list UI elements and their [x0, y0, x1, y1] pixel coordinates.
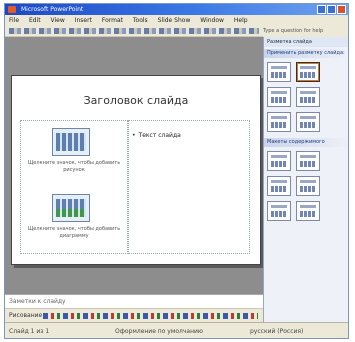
section-apply-layout: Применить разметку слайда:: [264, 49, 348, 58]
task-pane: Разметка слайда Применить разметку слайд…: [263, 37, 348, 322]
layout-title-bar: [300, 116, 316, 119]
content-title-bar: [271, 205, 287, 208]
status-slide-info: Слайд 1 из 1: [9, 328, 50, 335]
drawing-toolbar: Рисование: [5, 308, 263, 323]
layout-title-bar: [271, 116, 287, 119]
layout-body: [271, 72, 287, 78]
layout-thumb[interactable]: [267, 112, 291, 132]
menu-edit[interactable]: Edit: [25, 15, 45, 26]
menu-view[interactable]: View: [47, 15, 69, 26]
layout-title-bar: [271, 91, 287, 94]
app-icon: [8, 6, 16, 13]
menu-window[interactable]: Window: [196, 15, 228, 26]
content-body: [300, 211, 316, 217]
content-body: [300, 186, 316, 192]
content-body: [271, 211, 287, 217]
layout-title-bar: [300, 66, 316, 69]
picture-caption: Щелкните значок, чтобы добавить рисунок: [27, 160, 121, 173]
layout-title-bar: [300, 91, 316, 94]
content-title-bar: [271, 155, 287, 158]
content-thumb[interactable]: [267, 151, 291, 171]
content-thumb[interactable]: [296, 201, 320, 221]
status-bar: Слайд 1 из 1 Оформление по умолчанию рус…: [5, 322, 348, 338]
status-design: Оформление по умолчанию: [115, 328, 203, 335]
drawing-label[interactable]: Рисование: [9, 309, 42, 323]
drawing-tools[interactable]: [43, 313, 258, 319]
slide-workspace: Заголовок слайда Щелкните значок, чтобы …: [5, 37, 263, 295]
content-body: [271, 186, 287, 192]
slide-title[interactable]: Заголовок слайда: [12, 94, 260, 107]
menu-help[interactable]: Help: [230, 15, 252, 26]
section-content-layouts: Макеты содержимого: [264, 138, 348, 147]
layout-thumb[interactable]: [296, 87, 320, 107]
chart-placeholder-icon[interactable]: [52, 194, 90, 222]
layout-body: [300, 97, 316, 103]
content-title-bar: [300, 155, 316, 158]
chart-glyph-bars: [56, 209, 86, 217]
layout-thumb[interactable]: [267, 87, 291, 107]
layout-body: [300, 72, 316, 78]
layout-body: [300, 122, 316, 128]
menu-insert[interactable]: Insert: [71, 15, 96, 26]
content-title-bar: [271, 180, 287, 183]
chart-caption: Щелкните значок, чтобы добавить диаграмм…: [27, 226, 121, 239]
content-title-bar: [300, 180, 316, 183]
content-thumb[interactable]: [267, 176, 291, 196]
content-thumb[interactable]: [296, 176, 320, 196]
menu-slideshow[interactable]: Slide Show: [154, 15, 195, 26]
content-thumb[interactable]: [296, 151, 320, 171]
help-search[interactable]: Type a question for help: [263, 26, 348, 37]
task-pane-title[interactable]: Разметка слайда: [264, 37, 348, 47]
window-title: Microsoft PowerPoint: [21, 6, 84, 13]
layout-title-bar: [271, 66, 287, 69]
picture-glyph: [56, 133, 86, 151]
menu-file[interactable]: File: [5, 15, 23, 26]
layout-thumb-selected[interactable]: [296, 62, 320, 82]
menu-bar: File Edit View Insert Format Tools Slide…: [5, 15, 348, 26]
status-language: русский (Россия): [250, 328, 304, 335]
menu-format[interactable]: Format: [98, 15, 127, 26]
close-button[interactable]: [337, 5, 346, 14]
content-layout-thumbnails: [264, 147, 348, 225]
slide-canvas[interactable]: Заголовок слайда Щелкните значок, чтобы …: [11, 75, 261, 265]
layout-thumbnails: [264, 58, 348, 136]
toolbar-buttons[interactable]: [9, 28, 259, 34]
notes-pane[interactable]: Заметки к слайду: [5, 294, 263, 308]
layout-body: [271, 122, 287, 128]
maximize-button[interactable]: [327, 5, 336, 14]
layout-body: [271, 97, 287, 103]
window-controls: [317, 5, 346, 14]
picture-placeholder-icon[interactable]: [52, 128, 90, 156]
content-thumb[interactable]: [267, 201, 291, 221]
content-title-bar: [300, 205, 316, 208]
powerpoint-window: Microsoft PowerPoint File Edit View Inse…: [4, 3, 349, 339]
right-text-placeholder[interactable]: [128, 120, 250, 254]
layout-thumb[interactable]: [267, 62, 291, 82]
standard-toolbar: [5, 26, 263, 37]
menu-tools[interactable]: Tools: [129, 15, 152, 26]
minimize-button[interactable]: [317, 5, 326, 14]
content-body: [271, 161, 287, 167]
layout-thumb[interactable]: [296, 112, 320, 132]
slide-bullet-text[interactable]: Текст слайда: [132, 132, 181, 139]
content-body: [300, 161, 316, 167]
title-bar: Microsoft PowerPoint: [5, 4, 348, 15]
